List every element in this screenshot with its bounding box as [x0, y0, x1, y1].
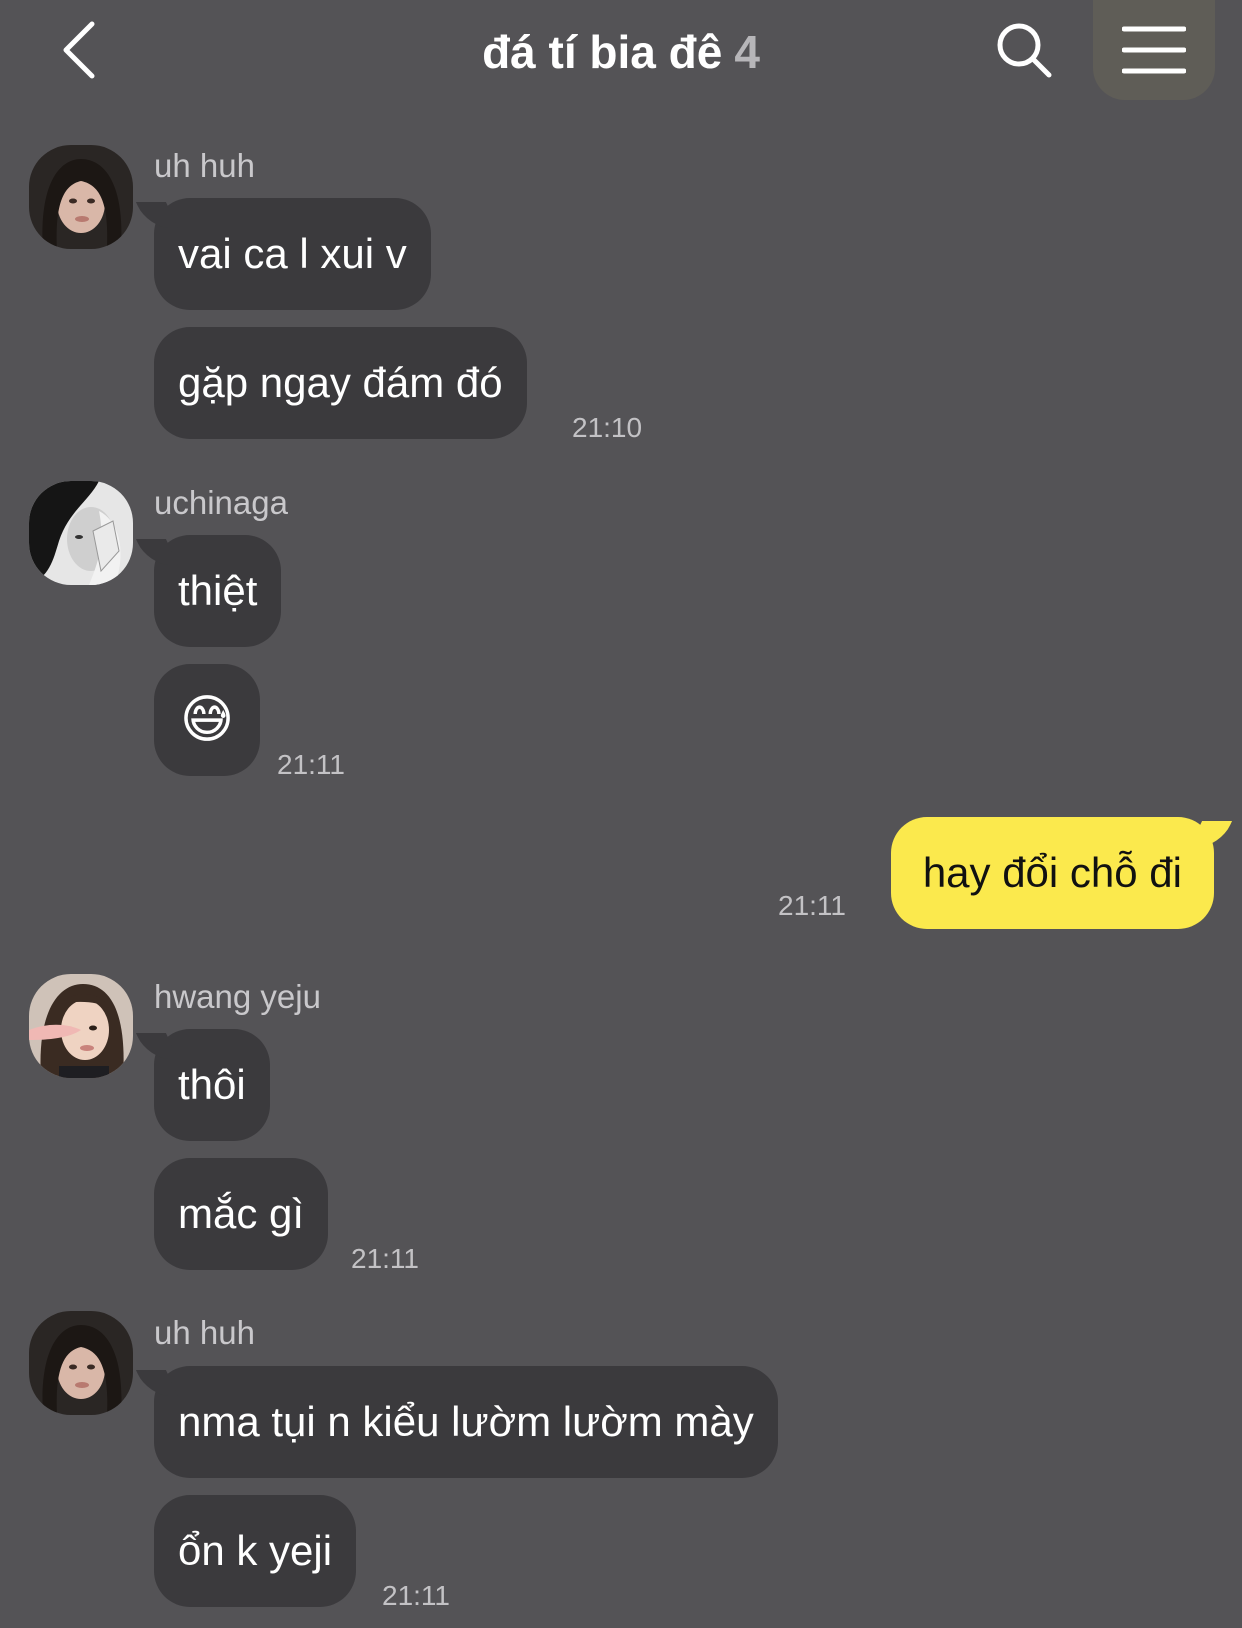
emoji-message-bubble[interactable]: 😅 — [154, 664, 260, 776]
avatar-uh-huh[interactable] — [29, 145, 133, 249]
chat-room-name: đá tí bia đê — [482, 26, 723, 78]
sender-name: uchinaga — [154, 484, 288, 521]
message-bubble[interactable]: ổn k yeji — [154, 1495, 357, 1607]
avatar-uh-huh[interactable] — [29, 1311, 133, 1415]
message-bubble[interactable]: mắc gì — [154, 1158, 329, 1270]
message-bubble[interactable]: gặp ngay đám đó — [154, 327, 527, 439]
search-button[interactable] — [992, 18, 1056, 82]
sender-name: uh huh — [154, 1314, 255, 1351]
chat-header: đá tí bia đê 4 — [0, 0, 1242, 110]
message-timestamp: 21:10 — [572, 412, 643, 443]
sender-name: hwang yeju — [154, 978, 321, 1015]
message-bubble[interactable]: thiệt — [154, 535, 282, 647]
message-timestamp: 21:11 — [382, 1580, 450, 1611]
hamburger-menu-icon — [1122, 26, 1186, 74]
message-bubble[interactable]: nma tụi n kiểu lườm lườm mày — [154, 1366, 778, 1478]
message-bubble[interactable]: thôi — [154, 1029, 270, 1141]
outgoing-message-bubble[interactable]: hay đổi chỗ đi — [890, 817, 1214, 929]
message-bubble[interactable]: vai ca l xui v — [154, 198, 431, 310]
sender-name: uh huh — [154, 147, 255, 184]
menu-button[interactable] — [1093, 0, 1215, 100]
message-timestamp: 21:11 — [351, 1243, 419, 1274]
member-count: 4 — [734, 26, 760, 78]
search-icon — [997, 23, 1052, 78]
message-timestamp: 21:11 — [277, 749, 345, 780]
message-timestamp: 21:11 — [778, 890, 846, 921]
avatar-hwang-yeju[interactable] — [29, 974, 133, 1078]
avatar-uchinaga[interactable] — [29, 481, 133, 585]
